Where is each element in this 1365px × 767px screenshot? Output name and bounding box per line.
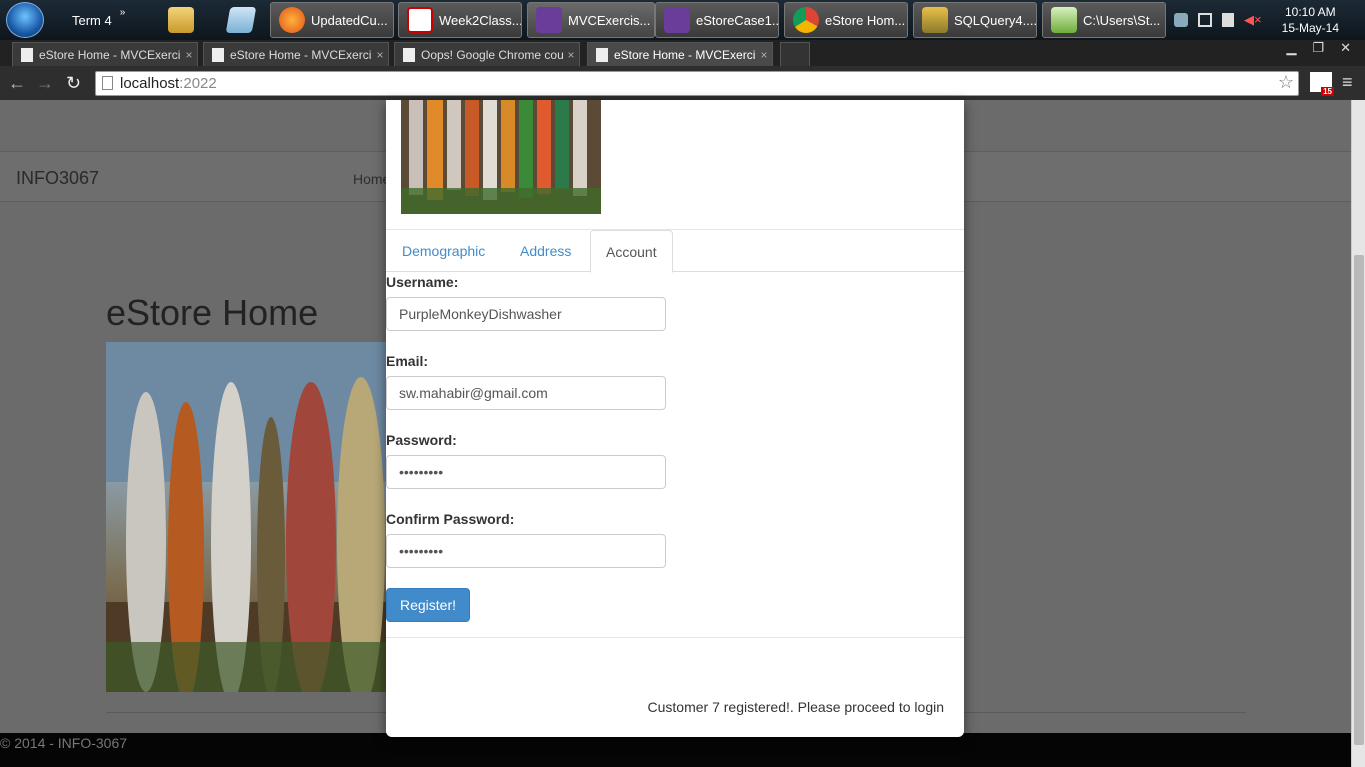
folder-icon [168, 7, 194, 33]
site-footer [0, 733, 1351, 767]
clock[interactable]: 10:10 AM 15-May-14 [1282, 4, 1339, 36]
taskbar-window-label: C:\Users\St... [1083, 12, 1161, 28]
taskbar-window-label: MVCExercis... [568, 12, 651, 28]
modal-tabs: Demographic Address Account [386, 230, 964, 273]
surfboards-illustration [106, 342, 386, 692]
clock-time: 10:10 AM [1284, 5, 1336, 19]
start-button[interactable] [6, 2, 44, 38]
pdf-icon [407, 7, 433, 33]
email-label: Email: [386, 353, 429, 369]
taskbar-notepad[interactable] [220, 2, 256, 38]
close-tab-icon[interactable]: × [181, 48, 197, 62]
close-window-icon[interactable]: ✕ [1340, 40, 1351, 56]
confirm-password-input[interactable] [386, 534, 666, 568]
tab-address[interactable]: Address [505, 230, 586, 272]
taskbar-window-pdf[interactable]: Week2Class... [398, 2, 522, 38]
network-icon[interactable] [1174, 13, 1189, 27]
taskbar-window-label: UpdatedCu... [311, 12, 388, 28]
page-icon [596, 47, 608, 62]
taskbar-window-vs1[interactable]: MVCExercis... [527, 2, 655, 38]
browser-tab-title: eStore Home - MVCExerci [614, 47, 756, 62]
scrollbar-thumb[interactable] [1354, 255, 1364, 745]
register-button[interactable]: Register! [386, 588, 470, 622]
back-icon[interactable]: ← [8, 73, 26, 93]
sql-server-icon [922, 7, 948, 33]
password-input[interactable] [386, 455, 666, 489]
volume-muted-icon[interactable]: ◀× [1244, 12, 1262, 28]
close-tab-icon[interactable]: × [563, 48, 579, 62]
browser-toolbar: ← → ↻ localhost:2022 ☆ 15 ≡ [0, 66, 1365, 100]
modal-surfboards-image [401, 100, 601, 214]
email-input[interactable] [386, 376, 666, 410]
username-label: Username: [386, 274, 459, 290]
page-title: eStore Home [106, 292, 319, 333]
notepad-icon [225, 7, 256, 33]
tab-account[interactable]: Account [590, 230, 673, 273]
browser-tab-strip: eStore Home - MVCExerci × eStore Home - … [0, 40, 1365, 66]
modal-surfboards-illustration [401, 100, 601, 214]
modal-footer-divider [386, 637, 964, 638]
address-bar[interactable]: localhost:2022 ☆ [95, 71, 1299, 96]
firefox-icon [279, 7, 305, 33]
visual-studio-icon [664, 7, 690, 33]
taskbar-window-label: SQLQuery4.... [954, 12, 1037, 28]
taskbar-window-label: eStore Hom... [825, 12, 906, 28]
close-tab-icon[interactable]: × [372, 48, 388, 62]
restore-icon[interactable]: ❐ [1312, 40, 1324, 56]
close-tab-icon[interactable]: × [756, 48, 772, 62]
display-icon[interactable] [1198, 13, 1213, 27]
password-label: Password: [386, 432, 457, 448]
browser-tab[interactable]: Oops! Google Chrome cou × [394, 42, 580, 66]
new-tab-button[interactable] [780, 42, 810, 66]
reload-icon[interactable]: ↻ [66, 73, 81, 93]
page-icon [102, 76, 113, 90]
taskbar-window-sql[interactable]: SQLQuery4.... [913, 2, 1037, 38]
username-input[interactable] [386, 297, 666, 331]
url-host: localhost [120, 75, 180, 92]
browser-tab-title: Oops! Google Chrome cou [421, 47, 563, 62]
surfboards-image [106, 342, 386, 692]
visual-studio-icon [536, 7, 562, 33]
page-icon [403, 47, 415, 62]
site-brand[interactable]: INFO3067 [16, 168, 99, 189]
extension-icon[interactable]: 15 [1310, 72, 1334, 96]
url-port: :2022 [179, 75, 217, 92]
browser-tab-active[interactable]: eStore Home - MVCExerci × [587, 42, 773, 66]
clock-date: 15-May-14 [1281, 21, 1339, 35]
windows-taskbar: Term 4 » UpdatedCu... Week2Class... MVCE… [0, 0, 1365, 40]
taskbar-explorer[interactable] [160, 2, 196, 38]
battery-icon[interactable] [1222, 13, 1235, 27]
menu-icon[interactable]: ≡ [1342, 72, 1353, 93]
nav-home-link[interactable]: Home [353, 171, 390, 187]
taskbar-window-chrome[interactable]: eStore Hom... [784, 2, 908, 38]
browser-tab[interactable]: eStore Home - MVCExerci × [12, 42, 198, 66]
system-tray: ◀× 10:10 AM 15-May-14 [1174, 0, 1365, 40]
taskbar-pinned-term4[interactable]: Term 4 » [58, 2, 130, 38]
browser-tab-title: eStore Home - MVCExerci [230, 47, 372, 62]
bookmark-star-icon[interactable]: ☆ [1278, 72, 1294, 93]
page-icon [212, 47, 224, 62]
browser-tab[interactable]: eStore Home - MVCExerci × [203, 42, 389, 66]
registration-status: Customer 7 registered!. Please proceed t… [647, 699, 945, 715]
taskbar-pinned-label: Term 4 [72, 12, 112, 28]
page-icon [21, 47, 33, 62]
footer-copyright: © 2014 - INFO-3067 [0, 735, 128, 751]
minimize-icon[interactable]: ▁ [1286, 40, 1296, 56]
page-scrollbar[interactable] [1351, 100, 1365, 767]
chrome-icon [793, 7, 819, 33]
taskbar-window-notepadpp[interactable]: C:\Users\St... [1042, 2, 1166, 38]
tab-demographic[interactable]: Demographic [387, 230, 500, 272]
browser-tab-title: eStore Home - MVCExerci [39, 47, 181, 62]
taskbar-window-firefox[interactable]: UpdatedCu... [270, 2, 394, 38]
extension-badge: 15 [1321, 87, 1334, 96]
notepad-plus-icon [1051, 7, 1077, 33]
taskbar-window-vs2[interactable]: eStoreCase1... [655, 2, 779, 38]
taskbar-window-label: eStoreCase1... [696, 12, 779, 28]
confirm-password-label: Confirm Password: [386, 511, 515, 527]
register-modal: Demographic Address Account Username: Em… [386, 100, 964, 737]
jump-list-icon: » [119, 6, 126, 18]
forward-icon[interactable]: → [36, 73, 54, 93]
taskbar-window-label: Week2Class... [439, 12, 522, 28]
window-controls: ▁ ❐ ✕ [1286, 40, 1351, 56]
